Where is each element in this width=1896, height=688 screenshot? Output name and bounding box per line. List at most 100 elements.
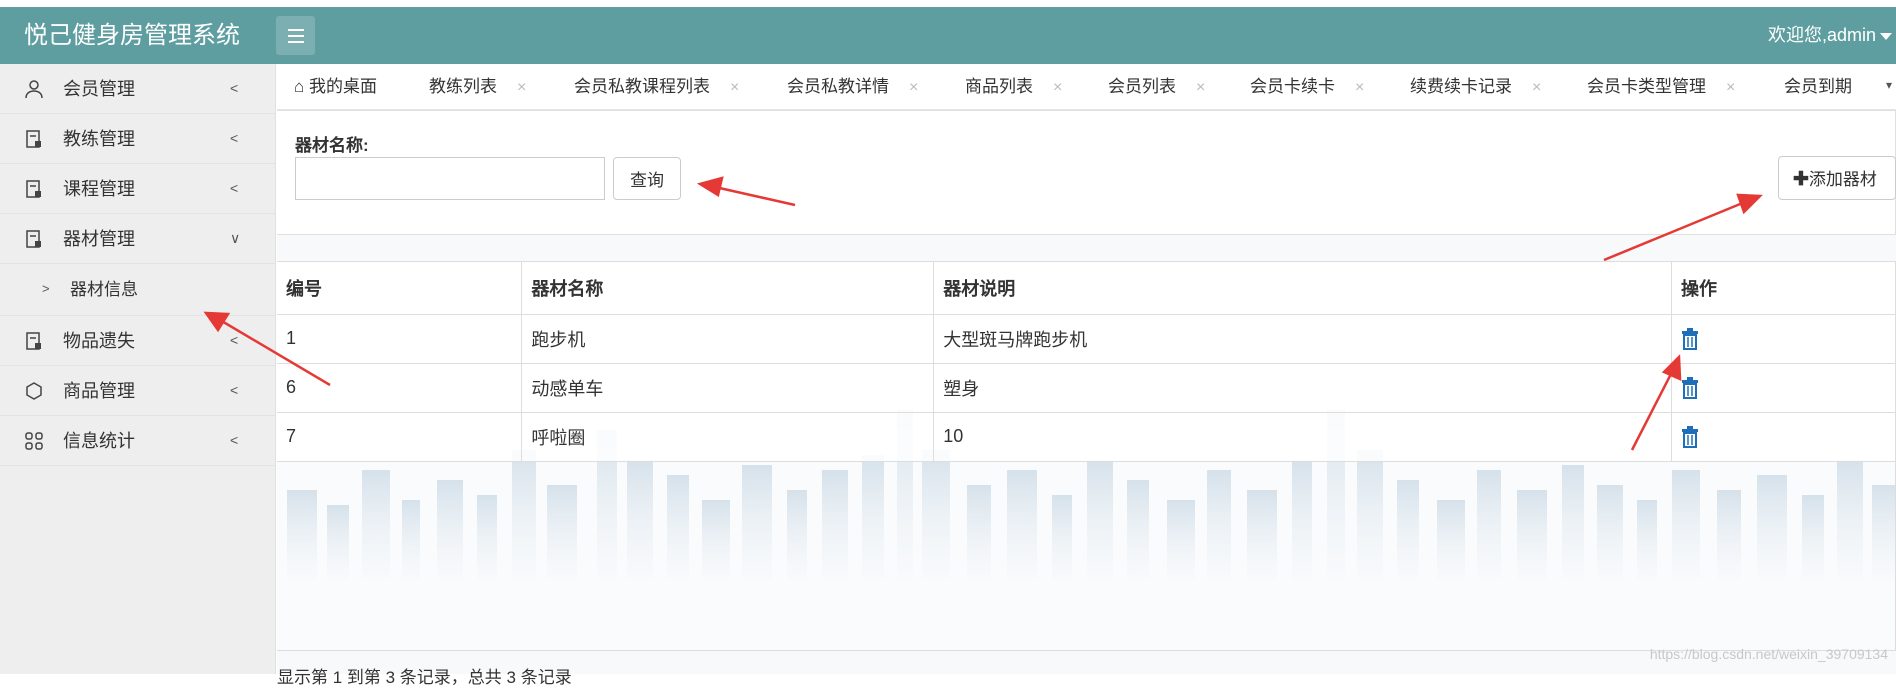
column-header-description[interactable]: 器材说明: [933, 262, 1673, 315]
tab-member-expiry[interactable]: 会员到期: [1784, 64, 1852, 109]
equipment-name-input[interactable]: [295, 157, 605, 200]
chevron-down-icon: ∨: [230, 230, 241, 246]
chevron-down-icon[interactable]: ▾: [1886, 78, 1892, 92]
tab-label: 会员卡类型管理: [1587, 77, 1706, 96]
caret-down-icon[interactable]: [1880, 33, 1892, 40]
add-equipment-button[interactable]: ✚添加器材: [1778, 156, 1896, 200]
tab-label: 会员到期: [1784, 77, 1852, 96]
menu-toggle-button[interactable]: [276, 16, 315, 55]
top-bar: 悦己健身房管理系统 欢迎您,admin: [0, 7, 1896, 64]
close-icon[interactable]: ×: [730, 79, 739, 96]
tab-label: 会员卡续卡: [1250, 77, 1335, 96]
chevron-left-icon: <: [230, 180, 239, 196]
close-icon[interactable]: ×: [909, 79, 918, 96]
query-button[interactable]: 查询: [613, 157, 681, 200]
close-icon[interactable]: ×: [1196, 79, 1205, 96]
document-icon: [26, 332, 41, 350]
column-header-id[interactable]: 编号: [277, 262, 523, 315]
sidebar-item-member[interactable]: 会员管理 <: [0, 64, 275, 114]
sidebar-item-label: 商品管理: [63, 381, 135, 401]
tab-coach-list[interactable]: 教练列表 ×: [429, 64, 526, 109]
tab-goods-list[interactable]: 商品列表 ×: [965, 64, 1062, 109]
sidebar-item-label: 信息统计: [63, 431, 135, 451]
cell-id: 1: [277, 313, 523, 364]
tab-my-desktop[interactable]: ⌂ 我的桌面: [294, 64, 378, 109]
sidebar-item-label: 会员管理: [63, 79, 135, 99]
cell-id: 6: [277, 362, 523, 413]
cell-description: 大型斑马牌跑步机: [933, 313, 1673, 364]
grid-icon: [25, 432, 43, 450]
main-content: 器材名称: 查询 ✚添加器材 编号 器材名称 器材说明 操作 1 跑步机 大型斑…: [277, 110, 1896, 674]
close-icon[interactable]: ×: [1532, 79, 1541, 96]
chevron-right-icon: >: [42, 281, 50, 296]
close-icon[interactable]: ×: [1355, 79, 1364, 96]
add-equipment-label: 添加器材: [1808, 170, 1877, 189]
sidebar-item-lost-items[interactable]: 物品遗失 <: [0, 316, 275, 366]
equipment-table: 编号 器材名称 器材说明 操作 1 跑步机 大型斑马牌跑步机 6 动感单车 塑身: [277, 262, 1896, 462]
column-header-actions: 操作: [1671, 262, 1896, 315]
tab-private-detail[interactable]: 会员私教详情 ×: [787, 64, 918, 109]
app-title: 悦己健身房管理系统: [24, 22, 240, 49]
chevron-left-icon: <: [230, 80, 239, 96]
close-icon[interactable]: ×: [517, 79, 526, 96]
trash-icon[interactable]: [1681, 376, 1699, 399]
cell-description: 塑身: [933, 362, 1673, 413]
tab-label: 续费续卡记录: [1410, 77, 1512, 96]
tab-card-type[interactable]: 会员卡类型管理 ×: [1587, 64, 1735, 109]
table-row: 6 动感单车 塑身: [277, 362, 1896, 413]
tab-label: 商品列表: [965, 77, 1033, 96]
sidebar-item-statistics[interactable]: 信息统计 <: [0, 416, 275, 466]
tab-bar: ⌂ 我的桌面 教练列表 × 会员私教课程列表 × 会员私教详情 × 商品列表 × 会员列…: [277, 64, 1896, 110]
sidebar-item-course[interactable]: 课程管理 <: [0, 164, 275, 214]
cell-name: 跑步机: [521, 313, 935, 364]
tab-renew-records[interactable]: 续费续卡记录 ×: [1410, 64, 1541, 109]
table-header-row: 编号 器材名称 器材说明 操作: [277, 262, 1896, 315]
close-icon[interactable]: ×: [1053, 79, 1062, 96]
sidebar-item-coach[interactable]: 教练管理 <: [0, 114, 275, 164]
trash-icon[interactable]: [1681, 327, 1699, 350]
chevron-left-icon: <: [230, 130, 239, 146]
trash-icon[interactable]: [1681, 425, 1699, 448]
tab-label: 教练列表: [429, 77, 497, 96]
document-icon: [26, 230, 41, 248]
close-icon[interactable]: ×: [1726, 79, 1735, 96]
tab-private-course-list[interactable]: 会员私教课程列表 ×: [574, 64, 739, 109]
document-icon: [26, 180, 41, 198]
pagination-info: 显示第 1 到第 3 条记录，总共 3 条记录: [277, 668, 572, 687]
user-icon: [25, 80, 43, 99]
table-row: 1 跑步机 大型斑马牌跑步机: [277, 313, 1896, 364]
user-menu[interactable]: 欢迎您,admin: [1768, 7, 1876, 64]
watermark-text: https://blog.csdn.net/weixin_39709134: [1649, 646, 1888, 662]
plus-icon: ✚: [1793, 169, 1809, 190]
sidebar-item-label: 器材管理: [63, 229, 135, 249]
equipment-name-label: 器材名称:: [295, 136, 369, 155]
chevron-left-icon: <: [230, 432, 239, 448]
equipment-table-container: 编号 器材名称 器材说明 操作 1 跑步机 大型斑马牌跑步机 6 动感单车 塑身: [277, 261, 1896, 651]
table-row: 7 呼啦圈 10: [277, 411, 1896, 462]
column-header-name[interactable]: 器材名称: [521, 262, 935, 315]
tab-label: 会员私教课程列表: [574, 77, 710, 96]
welcome-text: 欢迎您,admin: [1767, 25, 1876, 45]
cell-actions: [1671, 411, 1896, 462]
package-icon: [26, 382, 42, 400]
sidebar-item-label: 教练管理: [63, 129, 135, 149]
search-panel: 器材名称: 查询 ✚添加器材: [277, 110, 1896, 235]
tab-member-list[interactable]: 会员列表 ×: [1108, 64, 1205, 109]
home-icon: ⌂: [294, 77, 305, 96]
sidebar: 会员管理 < 教练管理 < 课程管理 < 器材管理 ∨ > 器材信息 物品遗失 …: [0, 64, 276, 674]
cell-name: 动感单车: [521, 362, 935, 413]
tab-card-renew[interactable]: 会员卡续卡 ×: [1250, 64, 1364, 109]
cell-name: 呼啦圈: [521, 411, 935, 462]
sidebar-item-label: 课程管理: [63, 179, 135, 199]
cell-id: 7: [277, 411, 523, 462]
chevron-left-icon: <: [230, 382, 239, 398]
sidebar-subitem-equipment-info[interactable]: > 器材信息: [0, 264, 275, 316]
sidebar-subitem-label: 器材信息: [70, 280, 138, 299]
cell-description: 10: [933, 411, 1673, 462]
tab-label: 会员列表: [1108, 77, 1176, 96]
cell-actions: [1671, 362, 1896, 413]
sidebar-item-equipment[interactable]: 器材管理 ∨: [0, 214, 275, 264]
cell-actions: [1671, 313, 1896, 364]
sidebar-item-goods[interactable]: 商品管理 <: [0, 366, 275, 416]
tab-label: 我的桌面: [309, 77, 378, 96]
